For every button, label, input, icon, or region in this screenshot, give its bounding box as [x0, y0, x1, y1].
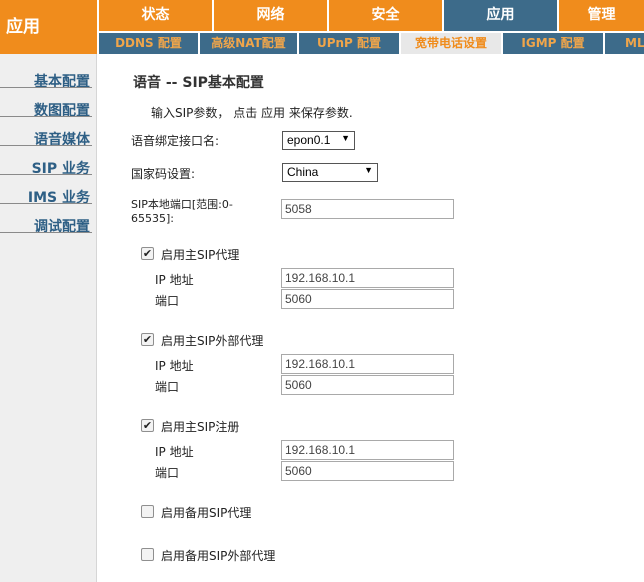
main-tab-status[interactable]: 状态: [99, 0, 212, 31]
proxy-port-label: 端口: [155, 294, 180, 308]
country-select[interactable]: China ▼: [282, 163, 378, 182]
main-tab-network[interactable]: 网络: [214, 0, 327, 31]
backup-outbound-proxy-checkbox-label: 启用备用SIP外部代理: [161, 549, 276, 563]
check-icon: ✔: [142, 419, 153, 432]
sub-tab-ml[interactable]: ML: [605, 33, 644, 54]
proxy-checkbox-label: 启用主SIP代理: [161, 248, 240, 262]
main-tab-management[interactable]: 管理: [559, 0, 644, 31]
sidebar-item-digitmap-config[interactable]: 数图配置: [34, 100, 90, 120]
country-label: 国家码设置:: [131, 167, 196, 181]
sidebar-item-sip-service[interactable]: SIP 业务: [32, 158, 90, 178]
registrar-checkbox[interactable]: ✔: [141, 419, 154, 432]
sub-tab-upnp[interactable]: UPnP 配置: [299, 33, 399, 54]
sidebar-item-voice-media[interactable]: 语音媒体: [34, 129, 90, 149]
outbound-proxy-checkbox-label: 启用主SIP外部代理: [161, 334, 264, 348]
registrar-checkbox-label: 启用主SIP注册: [161, 420, 240, 434]
sidebar-item-basic-config[interactable]: 基本配置: [34, 71, 90, 91]
backup-proxy-checkbox[interactable]: [141, 505, 154, 518]
sidebar-divider: [0, 203, 92, 204]
chevron-down-icon: ▼: [364, 165, 373, 175]
registrar-ip-label: IP 地址: [155, 445, 194, 459]
page-description: 输入SIP参数， 点击 应用 来保存参数.: [151, 106, 353, 120]
local-port-label-line1: SIP本地端口[范围:0-: [131, 198, 233, 211]
sidebar-divider: [0, 174, 92, 175]
sidebar-divider: [0, 232, 92, 233]
sidebar: 基本配置 数图配置 语音媒体 SIP 业务 IMS 业务 调试配置: [0, 54, 97, 582]
sidebar-divider: [0, 116, 92, 117]
sidebar-divider: [0, 145, 92, 146]
main-tab-application[interactable]: 应用: [444, 0, 557, 31]
local-port-label-line2: 65535]:: [131, 212, 174, 225]
sub-tab-igmp[interactable]: IGMP 配置: [503, 33, 603, 54]
interface-select[interactable]: epon0.1 ▼: [282, 131, 355, 150]
outbound-proxy-ip-input[interactable]: [281, 354, 454, 374]
content-panel: 语音 -- SIP基本配置 输入SIP参数， 点击 应用 来保存参数. 语音绑定…: [97, 54, 644, 582]
main-nav: 状态 网络 安全 应用 管理: [97, 0, 644, 31]
sidebar-item-ims-service[interactable]: IMS 业务: [28, 187, 90, 207]
interface-label: 语音绑定接口名:: [131, 134, 220, 148]
sub-tab-advanced-nat[interactable]: 高级NAT配置: [200, 33, 297, 54]
proxy-checkbox[interactable]: ✔: [141, 247, 154, 260]
check-icon: ✔: [142, 333, 153, 346]
main-tab-security[interactable]: 安全: [329, 0, 442, 31]
page-title: 语音 -- SIP基本配置: [133, 75, 264, 91]
registrar-ip-input[interactable]: [281, 440, 454, 460]
local-port-label: SIP本地端口[范围:0- 65535]:: [131, 196, 233, 225]
outbound-proxy-port-input[interactable]: [281, 375, 454, 395]
check-icon: ✔: [142, 247, 153, 260]
backup-proxy-checkbox-label: 启用备用SIP代理: [161, 506, 252, 520]
outbound-proxy-port-label: 端口: [155, 380, 180, 394]
registrar-port-input[interactable]: [281, 461, 454, 481]
registrar-port-label: 端口: [155, 466, 180, 480]
proxy-port-input[interactable]: [281, 289, 454, 309]
local-port-input[interactable]: [281, 199, 454, 219]
sidebar-divider: [0, 87, 92, 88]
country-select-value: China: [287, 165, 319, 179]
interface-select-value: epon0.1: [287, 133, 331, 147]
sub-tab-ddns[interactable]: DDNS 配置: [99, 33, 198, 54]
sub-nav: DDNS 配置 高级NAT配置 UPnP 配置 宽带电话设置 IGMP 配置 M…: [97, 31, 644, 54]
sub-tab-voip[interactable]: 宽带电话设置: [401, 33, 501, 54]
sidebar-item-debug-config[interactable]: 调试配置: [34, 216, 90, 236]
outbound-proxy-checkbox[interactable]: ✔: [141, 333, 154, 346]
proxy-ip-input[interactable]: [281, 268, 454, 288]
proxy-ip-label: IP 地址: [155, 273, 194, 287]
outbound-proxy-ip-label: IP 地址: [155, 359, 194, 373]
backup-outbound-proxy-checkbox[interactable]: [141, 548, 154, 561]
chevron-down-icon: ▼: [341, 133, 350, 143]
brand-title: 应用: [0, 0, 97, 54]
